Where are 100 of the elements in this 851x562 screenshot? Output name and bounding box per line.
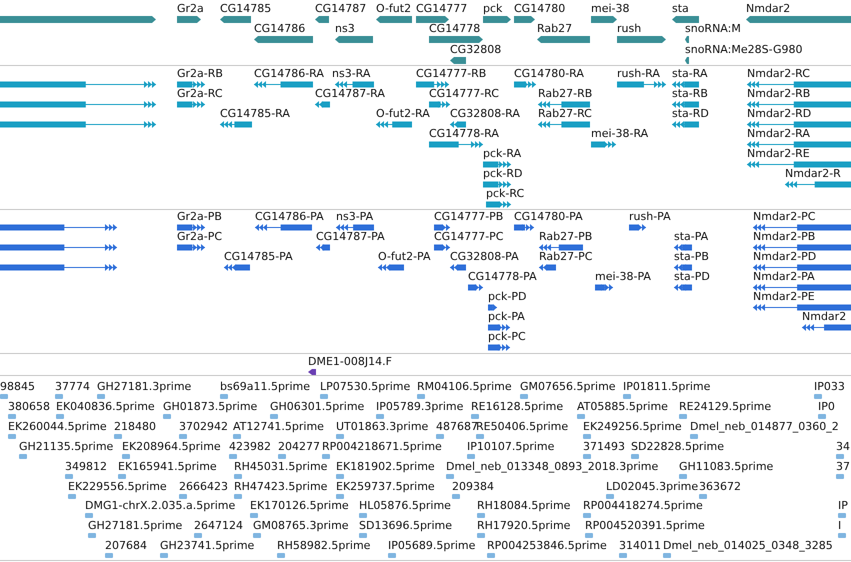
feature-label: pck-RC bbox=[486, 187, 524, 201]
feature-label: EK260044.5prime bbox=[8, 420, 107, 434]
feature-label: Nmdar2 bbox=[802, 310, 846, 324]
feature-label: RH47423.5prime bbox=[234, 480, 328, 494]
feature-label: Nmdar2-PB bbox=[753, 230, 816, 244]
feature-label: CG32808 bbox=[450, 42, 502, 57]
feature-label: Dmel_neb_013348_0893_2018.3prime bbox=[446, 460, 658, 474]
feature-label: pck-RD bbox=[483, 167, 522, 181]
feature-label: GM08765.3prime bbox=[253, 519, 349, 534]
feature-label: CG14777-RB bbox=[416, 67, 486, 81]
feature-label: CG14777 bbox=[416, 2, 468, 16]
feature-label: Gr2a-PB bbox=[177, 210, 222, 224]
feature-label: CG14786-RA bbox=[254, 67, 324, 81]
feature-label: Gr2a bbox=[177, 2, 204, 16]
feature-label: Nmdar2-RB bbox=[747, 87, 810, 101]
feature-label: CG32808-PA bbox=[450, 250, 519, 264]
feature-label: CG14777-RC bbox=[429, 87, 499, 101]
feature-label: CG14780 bbox=[514, 2, 566, 16]
feature-label: DME1-008J14.F bbox=[308, 355, 392, 369]
feature-label: RM04106.5prime bbox=[417, 380, 512, 394]
feature-label: rush bbox=[617, 22, 642, 36]
feature-label: 423982 bbox=[229, 440, 271, 454]
feature-label: GH23741.5prime bbox=[160, 539, 254, 554]
feature-label: Gr2a-PC bbox=[177, 230, 222, 244]
feature-label: sta-RA bbox=[672, 67, 708, 81]
feature-label: pck-RA bbox=[483, 147, 522, 161]
feature-label: Nmdar2-RE bbox=[747, 147, 810, 161]
feature-label: UT01863.3prime bbox=[336, 420, 428, 434]
feature-label: 363672 bbox=[699, 480, 741, 494]
feature-label: GH06301.5prime bbox=[270, 400, 364, 414]
feature-label: ns3 bbox=[335, 22, 355, 36]
feature-label: I bbox=[838, 519, 842, 534]
feature-label: pck-PA bbox=[488, 310, 525, 324]
feature-label: 2666423 bbox=[179, 480, 228, 494]
feature-label: 207684 bbox=[105, 539, 147, 554]
feature-label: Gr2a-RB bbox=[177, 67, 223, 81]
feature-label: EK229556.5prime bbox=[68, 480, 167, 494]
feature-label: RH45031.5prime bbox=[234, 460, 328, 474]
feature-label: GH11083.5prime bbox=[679, 460, 774, 474]
feature-label: sta-PB bbox=[674, 250, 709, 264]
feature-label: pck-PD bbox=[488, 290, 526, 304]
feature-label: Gr2a-RC bbox=[177, 87, 223, 101]
feature-label: Nmdar2-PE bbox=[753, 290, 815, 304]
feature-label: 37 bbox=[836, 460, 850, 474]
feature-label: RP004520391.5prime bbox=[585, 519, 705, 534]
feature-label: EK040836.5prime bbox=[56, 400, 155, 414]
feature-label: 204277 bbox=[278, 440, 320, 454]
feature-label: 380658 bbox=[8, 400, 50, 414]
feature-label: CG14785-PA bbox=[224, 250, 293, 264]
feature-label: bs69a11.5prime bbox=[220, 380, 310, 394]
feature-label: sta-PA bbox=[674, 230, 708, 244]
feature-label: CG14777-PB bbox=[434, 210, 504, 224]
feature-label: 2647124 bbox=[194, 519, 243, 534]
feature-label: CG14780-PA bbox=[514, 210, 583, 224]
feature-label: EK170126.5prime bbox=[250, 499, 349, 514]
feature-label: AT12741.5prime bbox=[233, 420, 324, 434]
feature-label: ns3-RA bbox=[332, 67, 370, 81]
feature-label: CG14778-RA bbox=[429, 127, 499, 141]
feature-label: Dmel_neb_014025_0348_3285 bbox=[663, 539, 833, 554]
feature-label: 3702942 bbox=[179, 420, 228, 434]
feature-label: IP05689.5prime bbox=[388, 539, 476, 554]
feature-label: SD13696.5prime bbox=[359, 519, 452, 534]
feature-label: GH21135.5prime bbox=[19, 440, 114, 454]
feature-label: 349812 bbox=[65, 460, 107, 474]
feature-label: Nmdar2-PA bbox=[753, 270, 815, 284]
feature-label: 209384 bbox=[452, 480, 494, 494]
feature-label: EK181902.5prime bbox=[336, 460, 435, 474]
feature-label: RP004253846.5prime bbox=[487, 539, 607, 554]
feature-label: GM07656.5prime bbox=[520, 380, 616, 394]
feature-label: pck bbox=[483, 2, 502, 16]
feature-label: GH01873.5prime bbox=[163, 400, 258, 414]
feature-label: 487687 bbox=[436, 420, 478, 434]
feature-label: 37774 bbox=[55, 380, 90, 394]
feature-label: RH18084.5prime bbox=[477, 499, 570, 514]
feature-label: RH58982.5prime bbox=[277, 539, 370, 554]
feature-label: rush-RA bbox=[617, 67, 660, 81]
feature-label: Dmel_neb_014877_0360_2 bbox=[690, 420, 839, 434]
feature-label: IP0 bbox=[818, 400, 835, 414]
feature-label: IP01811.5prime bbox=[623, 380, 710, 394]
feature-label: RE16128.5prime bbox=[471, 400, 564, 414]
feature-label: Nmdar2-R bbox=[785, 167, 841, 181]
feature-label: 371493 bbox=[583, 440, 625, 454]
feature-label: snoRNA:M bbox=[685, 22, 741, 36]
feature-label: sta-RD bbox=[672, 107, 709, 121]
feature-label: AT05885.5prime bbox=[577, 400, 668, 414]
feature-label: RH17920.5prime bbox=[477, 519, 570, 534]
feature-label: LD02045.3prime bbox=[606, 480, 698, 494]
feature-label: mei-38-RA bbox=[591, 127, 648, 141]
feature-label: O-fut2 bbox=[376, 2, 412, 16]
feature-label: IP10107.5prime bbox=[467, 440, 554, 454]
feature-label: CG14778 bbox=[429, 22, 480, 36]
feature-label: CG14778-PA bbox=[468, 270, 537, 284]
feature-label: Nmdar2-PD bbox=[753, 250, 816, 264]
feature-label: HL05876.5prime bbox=[359, 499, 451, 514]
feature-label: Rab27-PC bbox=[539, 250, 592, 264]
feature-label: EK249256.5prime bbox=[583, 420, 682, 434]
feature-label: CG14777-PC bbox=[434, 230, 504, 244]
feature-label: Rab27-RB bbox=[538, 87, 592, 101]
feature-label: IP033 bbox=[814, 380, 845, 394]
feature-label: mei-38 bbox=[591, 2, 630, 16]
